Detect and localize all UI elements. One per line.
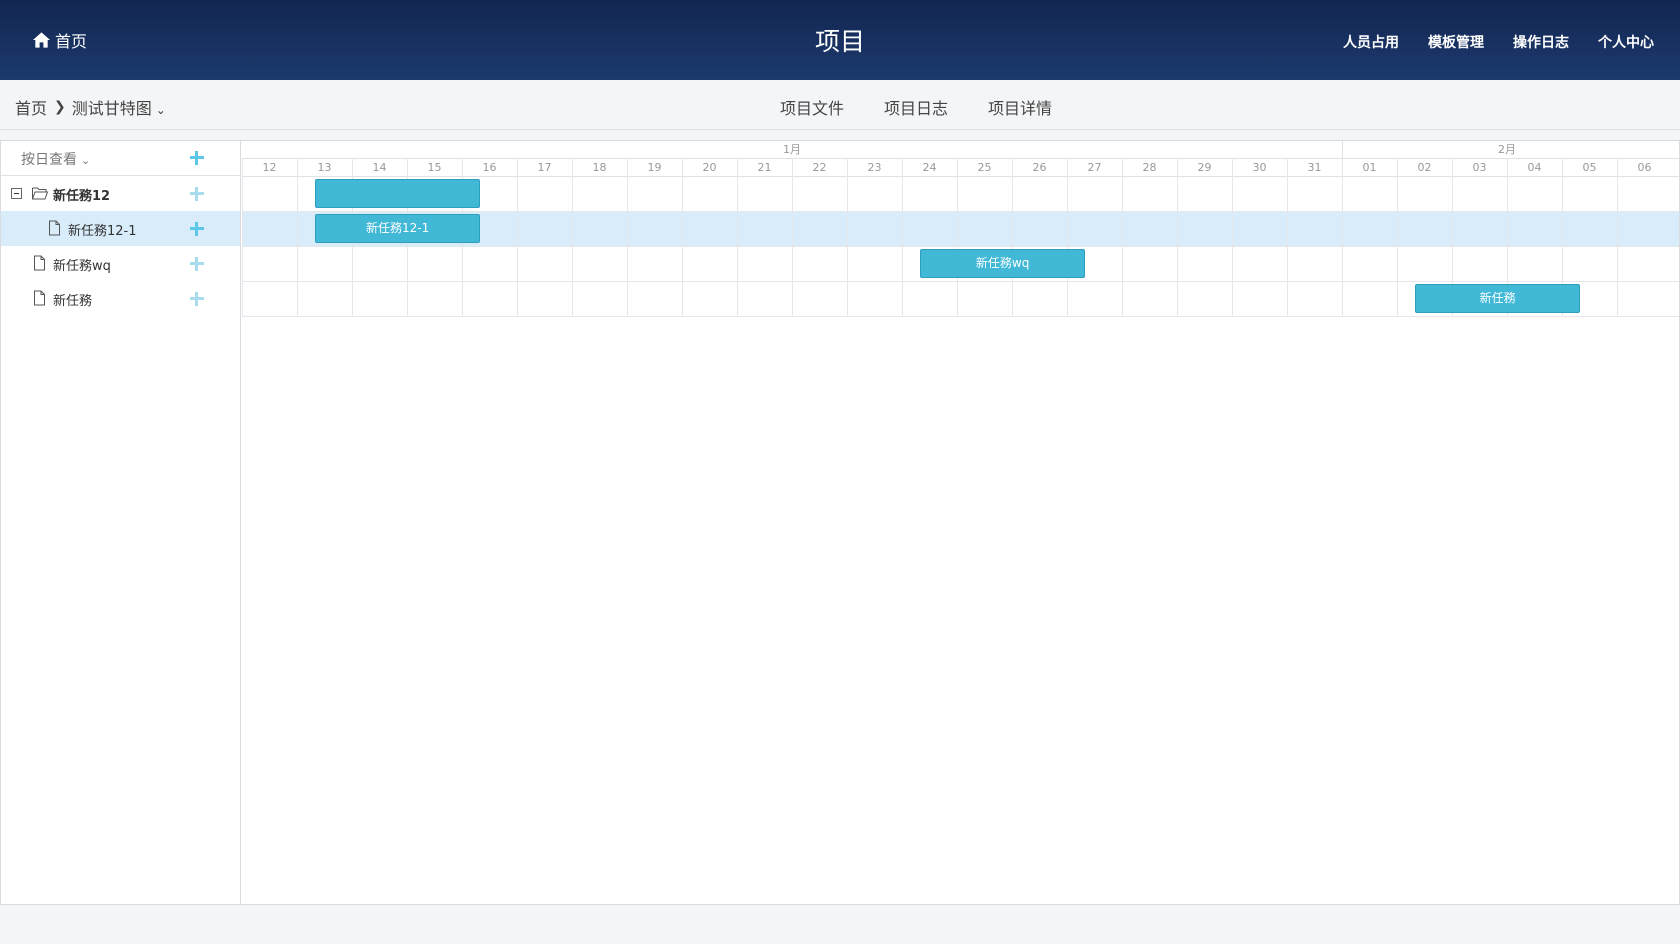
view-mode-select[interactable]: 按日查看 ⌄ (21, 149, 90, 169)
task-bar[interactable]: 新任務wq (920, 249, 1086, 278)
day-label: 17 (538, 161, 552, 174)
tree-row-task-12-1[interactable]: 新任務12-1 (1, 211, 240, 246)
view-mode-label: 按日查看 (21, 152, 77, 168)
add-subtask-icon[interactable] (190, 257, 204, 271)
task-bar[interactable]: 新任務12-1 (315, 214, 481, 243)
day-label: 31 (1308, 161, 1322, 174)
tree-row-new-task[interactable]: 新任務 (1, 281, 240, 316)
day-label: 30 (1253, 161, 1267, 174)
day-label: 26 (1033, 161, 1047, 174)
folder-open-icon (32, 187, 49, 200)
chevron-right-icon: ❯ (54, 99, 66, 115)
add-task-icon[interactable] (190, 151, 204, 165)
nav-operation-log[interactable]: 操作日志 (1513, 32, 1569, 52)
tab-project-details[interactable]: 项目详情 (988, 95, 1052, 119)
task-tree: 按日查看 ⌄ 新任務12 新任務12-1 新任務wq 新任務 (1, 141, 241, 904)
day-label: 02 (1418, 161, 1432, 174)
task-bar[interactable] (315, 179, 481, 208)
tree-row-task-12[interactable]: 新任務12 (1, 176, 240, 211)
day-label: 28 (1143, 161, 1157, 174)
file-icon (34, 290, 45, 306)
breadcrumb-project: 测试甘特图 (71, 99, 152, 118)
task-bar[interactable]: 新任務 (1415, 284, 1581, 313)
day-label: 21 (758, 161, 772, 174)
tree-row-label: 新任務12-1 (68, 224, 137, 239)
day-label: 16 (483, 161, 497, 174)
day-label: 25 (978, 161, 992, 174)
day-label: 05 (1583, 161, 1597, 174)
add-subtask-icon[interactable] (190, 187, 204, 201)
tree-header: 按日查看 ⌄ (1, 141, 240, 176)
nav-personal-center[interactable]: 个人中心 (1598, 32, 1654, 52)
top-nav: 人员占用 模板管理 操作日志 个人中心 (1343, 32, 1654, 52)
tree-row-task-wq[interactable]: 新任務wq (1, 246, 240, 281)
day-label: 24 (923, 161, 937, 174)
day-label: 14 (373, 161, 387, 174)
day-label: 18 (593, 161, 607, 174)
tree-row-label: 新任務wq (53, 259, 111, 274)
tree-row-label: 新任務12 (53, 189, 111, 204)
day-label: 01 (1363, 161, 1377, 174)
add-subtask-icon[interactable] (190, 222, 204, 236)
gantt-panel: 按日查看 ⌄ 新任務12 新任務12-1 新任務wq 新任務 1月 2月 12 … (0, 140, 1680, 905)
day-label: 22 (813, 161, 827, 174)
footer-area (0, 905, 1680, 944)
day-label: 04 (1528, 161, 1542, 174)
day-label: 13 (318, 161, 332, 174)
tab-project-files[interactable]: 项目文件 (780, 95, 844, 119)
day-label: 20 (703, 161, 717, 174)
nav-resource-usage[interactable]: 人员占用 (1343, 32, 1399, 52)
day-label: 19 (648, 161, 662, 174)
day-label: 23 (868, 161, 882, 174)
project-tabs: 项目文件 项目日志 项目详情 (780, 95, 1052, 119)
month-label: 1月 (783, 143, 801, 156)
breadcrumb-home[interactable]: 首页 (15, 95, 47, 119)
gantt-timeline: 1月 2月 12 13 14 15 16 17 18 19 20 21 22 23 24 25 26 27 28 29… (242, 141, 1679, 904)
month-label: 2月 (1498, 143, 1516, 156)
chevron-down-icon: ⌄ (155, 103, 166, 117)
project-subbar: 首页 ❯ 测试甘特图 ⌄ 项目文件 项目日志 项目详情 (0, 80, 1680, 130)
add-subtask-icon[interactable] (190, 292, 204, 306)
file-icon (49, 220, 60, 236)
project-selector[interactable]: 测试甘特图 ⌄ (72, 95, 166, 119)
file-icon (34, 255, 45, 271)
nav-template-management[interactable]: 模板管理 (1428, 32, 1484, 52)
day-label: 12 (263, 161, 277, 174)
day-label: 03 (1473, 161, 1487, 174)
breadcrumb: 首页 ❯ 测试甘特图 ⌄ (15, 95, 166, 119)
day-label: 15 (428, 161, 442, 174)
top-navigation-bar: 首页 项目 人员占用 模板管理 操作日志 个人中心 (0, 0, 1680, 80)
day-label: 29 (1198, 161, 1212, 174)
tree-row-label: 新任務 (53, 294, 93, 309)
day-label: 06 (1638, 161, 1652, 174)
tab-project-log[interactable]: 项目日志 (884, 95, 948, 119)
chevron-down-icon: ⌄ (81, 154, 91, 167)
day-label: 27 (1088, 161, 1102, 174)
collapse-toggle-icon[interactable] (11, 188, 22, 199)
